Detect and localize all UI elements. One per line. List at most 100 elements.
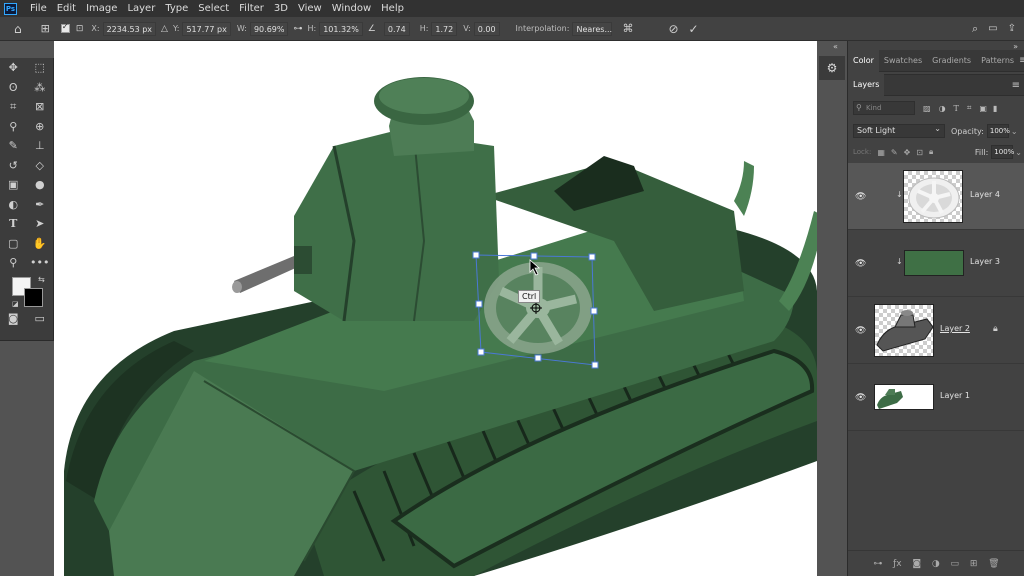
hskew-input[interactable]: 1.72 xyxy=(431,21,458,36)
expand-arrows-icon[interactable]: » xyxy=(1013,42,1018,51)
lock-all-icon[interactable]: 🔒︎ xyxy=(929,147,933,157)
document-canvas[interactable]: Ctrl xyxy=(54,41,817,576)
search-icon[interactable]: ⌕ xyxy=(972,22,978,36)
shape-tool-icon[interactable]: ▢ xyxy=(3,237,23,250)
layer-row-2[interactable]: 👁︎ Layer 2 🔒︎ xyxy=(848,297,1024,364)
lock-image-icon[interactable]: ✎ xyxy=(891,148,898,157)
new-group-icon[interactable]: ▭ xyxy=(951,559,960,569)
menu-layer[interactable]: Layer xyxy=(122,0,160,17)
arrange-icon[interactable]: ▭ xyxy=(988,23,997,34)
history-brush-tool-icon[interactable]: ↺ xyxy=(3,159,23,172)
visibility-eye-icon[interactable]: 👁︎ xyxy=(855,326,866,336)
y-input[interactable]: 517.77 px xyxy=(182,21,231,36)
stamp-tool-icon[interactable]: ⊥ xyxy=(30,139,50,152)
brush-tool-icon[interactable]: ✎ xyxy=(3,139,23,152)
pen-tool-icon[interactable]: ✒ xyxy=(30,198,50,211)
opacity-dropdown-icon[interactable]: ⌄ xyxy=(1011,127,1018,136)
gradient-tool-icon[interactable]: ▣ xyxy=(3,178,23,191)
menu-3d[interactable]: 3D xyxy=(269,0,293,17)
link-icon[interactable]: ⊶ xyxy=(293,24,302,34)
background-color-swatch[interactable] xyxy=(24,287,43,307)
layers-menu-icon[interactable]: ≡ xyxy=(1012,80,1020,91)
tab-color[interactable]: Color xyxy=(848,49,879,72)
blend-mode-select[interactable]: Soft Light xyxy=(853,123,945,138)
menu-help[interactable]: Help xyxy=(376,0,409,17)
zoom-tool-icon[interactable]: ⚲ xyxy=(3,256,23,269)
menu-file[interactable]: File xyxy=(25,0,52,17)
hand-tool-icon[interactable]: ✋ xyxy=(30,237,50,250)
panel-menu-icon[interactable]: ≡ xyxy=(1019,55,1024,66)
vskew-input[interactable]: 0.00 xyxy=(473,21,500,36)
delta-icon[interactable]: △ xyxy=(161,24,168,34)
layer-name[interactable]: Layer 2 xyxy=(940,324,970,333)
eraser-tool-icon[interactable]: ◇ xyxy=(30,159,50,172)
eyedropper-tool-icon[interactable]: ⚲ xyxy=(3,120,23,133)
path-selection-tool-icon[interactable]: ➤ xyxy=(30,217,50,230)
reference-point-checkbox[interactable] xyxy=(60,22,70,33)
default-colors-icon[interactable]: ◪ xyxy=(12,300,19,308)
frame-tool-icon[interactable]: ⊠ xyxy=(30,100,50,113)
commit-transform-icon[interactable]: ✓ xyxy=(689,22,699,36)
visibility-eye-icon[interactable]: 👁︎ xyxy=(855,393,866,403)
menu-type[interactable]: Type xyxy=(160,0,193,17)
layer-row-4[interactable]: 👁︎ ↓ Layer 4 xyxy=(848,163,1024,230)
blur-tool-icon[interactable]: ● xyxy=(30,178,50,191)
marquee-tool-icon[interactable]: ⬚ xyxy=(30,61,50,74)
healing-brush-tool-icon[interactable]: ⊕ xyxy=(30,120,50,133)
x-input[interactable]: 2234.53 px xyxy=(102,21,157,36)
move-tool-icon[interactable]: ✥ xyxy=(3,61,23,74)
filter-smart-object-icon[interactable]: ▣ xyxy=(979,104,987,113)
tab-gradients[interactable]: Gradients xyxy=(927,50,976,72)
swap-colors-icon[interactable]: ⇆ xyxy=(38,275,45,284)
new-layer-icon[interactable]: ⊞ xyxy=(970,559,978,569)
menu-select[interactable]: Select xyxy=(193,0,234,17)
menu-filter[interactable]: Filter xyxy=(234,0,269,17)
magic-wand-tool-icon[interactable]: ⁂ xyxy=(30,81,50,94)
reference-point-icon[interactable]: ⊞ xyxy=(41,22,50,35)
filter-kind-input[interactable]: Kind xyxy=(853,101,915,115)
layer-row-3[interactable]: 👁︎ ↓ Layer 3 xyxy=(848,230,1024,297)
properties-panel-icon[interactable]: ⚙ xyxy=(819,56,845,80)
w-input[interactable]: 90.69% xyxy=(249,21,289,36)
lock-transparent-icon[interactable]: ▦ xyxy=(877,148,885,157)
share-icon[interactable]: ⇪ xyxy=(1008,23,1016,34)
home-icon[interactable]: ⌂ xyxy=(14,22,22,36)
opacity-input[interactable]: 100% xyxy=(986,124,1010,138)
delete-layer-icon[interactable]: 🗑︎ xyxy=(988,559,999,569)
screen-mode-icon[interactable]: ▭ xyxy=(30,312,50,325)
fill-dropdown-icon[interactable]: ⌄ xyxy=(1015,148,1022,157)
more-tools-icon[interactable]: ••• xyxy=(30,256,50,269)
visibility-eye-icon[interactable]: 👁︎ xyxy=(855,192,866,202)
dodge-tool-icon[interactable]: ◐ xyxy=(3,198,23,211)
layer-name[interactable]: Layer 1 xyxy=(940,391,970,400)
link-layers-icon[interactable]: ⊶ xyxy=(873,559,882,569)
angle-input[interactable]: 0.74 xyxy=(383,21,410,36)
layer-name[interactable]: Layer 4 xyxy=(970,190,1000,199)
type-tool-icon[interactable]: T xyxy=(3,217,23,230)
menu-image[interactable]: Image xyxy=(81,0,122,17)
warp-icon[interactable]: ⌘ xyxy=(622,22,633,35)
h-input[interactable]: 101.32% xyxy=(319,21,363,36)
quick-mask-icon[interactable]: ◙ xyxy=(3,312,23,325)
filter-pixel-icon[interactable]: ▨ xyxy=(923,104,931,113)
adjustment-layer-icon[interactable]: ◑ xyxy=(932,559,940,569)
menu-edit[interactable]: Edit xyxy=(52,0,81,17)
menu-view[interactable]: View xyxy=(293,0,327,17)
visibility-eye-icon[interactable]: 👁︎ xyxy=(855,259,866,269)
interpolation-select[interactable]: Neares... xyxy=(572,21,613,36)
layer-row-1[interactable]: 👁︎ Layer 1 xyxy=(848,364,1024,431)
layer-name[interactable]: Layer 3 xyxy=(970,257,1000,266)
tab-swatches[interactable]: Swatches xyxy=(879,50,927,72)
filter-toggle-icon[interactable]: ▮ xyxy=(993,104,997,113)
lock-artboard-icon[interactable]: ⊡ xyxy=(916,148,923,157)
crop-tool-icon[interactable]: ⌗ xyxy=(3,100,23,114)
add-mask-icon[interactable]: ◙ xyxy=(912,559,921,569)
tab-layers[interactable]: Layers xyxy=(848,74,885,96)
fill-input[interactable]: 100% xyxy=(991,145,1014,159)
filter-type-icon[interactable]: T xyxy=(954,104,959,113)
filter-shape-icon[interactable]: ⌗ xyxy=(967,103,972,113)
collapse-arrows-icon[interactable]: « xyxy=(833,42,838,51)
lasso-tool-icon[interactable]: ʘ xyxy=(3,81,23,94)
lock-position-icon[interactable]: ✥ xyxy=(904,148,911,157)
cancel-transform-icon[interactable]: ⊘ xyxy=(668,22,678,36)
